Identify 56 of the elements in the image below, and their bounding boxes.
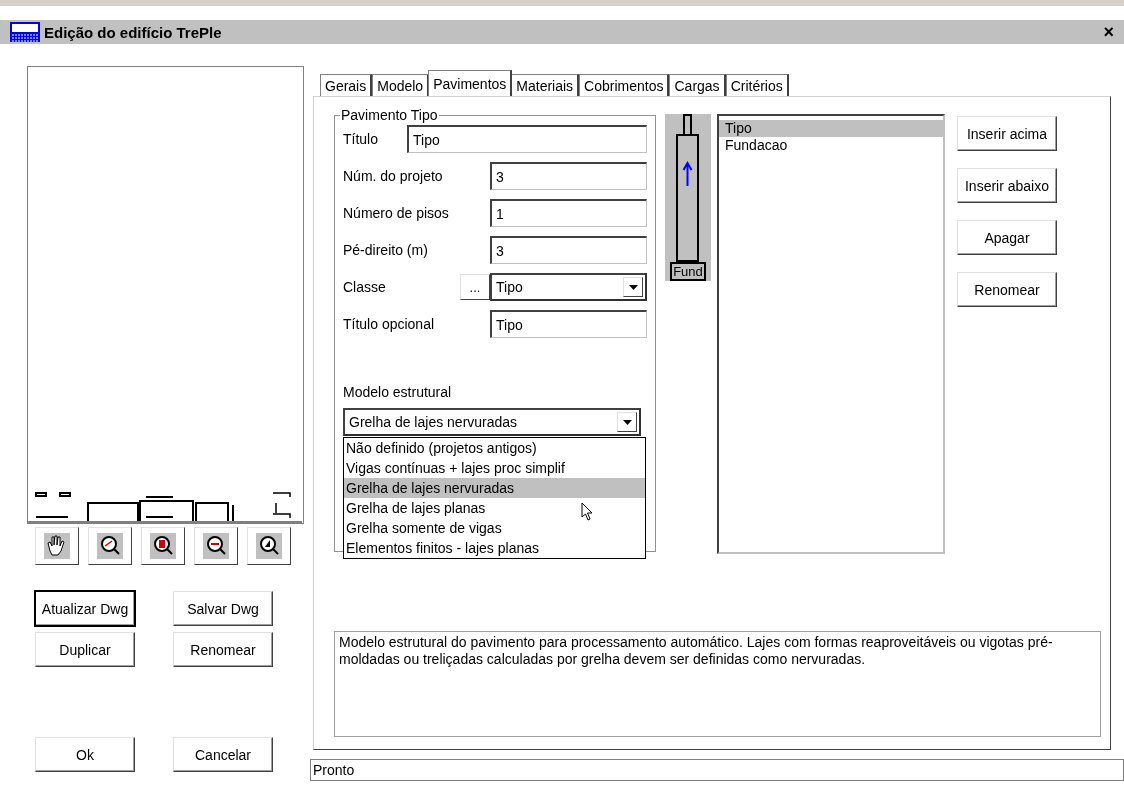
caret-icon <box>622 419 632 425</box>
description-text: Modelo estrutural do pavimento para processamento automático. Lajes com formas reaproveitáveis ou vigotas pré-moldadas ou treliçadas calculadas por grelha devem ser definidas como nervuradas. <box>334 631 1101 737</box>
tab[interactable]: Cobrimentos <box>579 74 670 96</box>
zoom-out-icon <box>203 533 229 559</box>
list-item[interactable]: Tipo <box>719 120 943 137</box>
field-label: Núm. do projeto <box>343 168 443 184</box>
drawing-button[interactable]: Salvar Dwg <box>173 591 273 626</box>
dropdown-option[interactable]: Grelha de lajes nervuradas <box>344 478 645 498</box>
dropdown-field[interactable]: Tipo <box>490 273 647 301</box>
input-field[interactable]: Tipo <box>407 125 647 153</box>
window-title: Edição do edifício TrePle <box>44 23 223 41</box>
field-label: Pé-direito (m) <box>343 242 428 258</box>
drawing-button[interactable]: Duplicar <box>35 632 135 667</box>
tab[interactable]: Pavimentos <box>428 70 513 96</box>
zoom-previous-icon <box>256 533 282 559</box>
status-bar: Pronto <box>310 759 1124 781</box>
field-label: Título <box>343 131 378 147</box>
toolbar-button[interactable] <box>35 527 79 565</box>
dropdown-button[interactable] <box>623 277 643 297</box>
zoom-page-icon <box>150 533 176 559</box>
floor-label: Fund <box>670 262 706 281</box>
field-label: Classe <box>343 279 386 295</box>
tab[interactable]: Cargas <box>669 74 726 96</box>
browse-button[interactable]: ... <box>460 274 490 300</box>
floor-button[interactable]: Apagar <box>957 220 1057 255</box>
floor-button[interactable]: Renomear <box>957 272 1057 307</box>
tab[interactable]: Critérios <box>725 74 789 96</box>
group-title: Pavimento Tipo <box>340 107 439 123</box>
tab[interactable]: Modelo <box>372 74 430 96</box>
input-field[interactable]: 1 <box>490 199 647 227</box>
drawing-button[interactable]: Atualizar Dwg <box>35 591 135 626</box>
drawing-button[interactable]: Renomear <box>173 632 273 667</box>
toolbar-button[interactable] <box>194 527 238 565</box>
input-field[interactable]: 3 <box>490 162 647 190</box>
tab[interactable]: Gerais <box>320 74 373 96</box>
field-label: Número de pisos <box>343 205 449 221</box>
field-label: Modelo estrutural <box>343 384 453 400</box>
field-label: Título opcional <box>343 316 435 332</box>
hand-icon <box>44 533 70 559</box>
close-button[interactable]: × <box>1099 23 1118 41</box>
dropdown-field[interactable]: Grelha de lajes nervuradas <box>343 408 641 436</box>
toolbar-button[interactable] <box>88 527 132 565</box>
mouse-pointer-icon <box>581 502 594 522</box>
toolbar-button[interactable] <box>141 527 185 565</box>
floor-button[interactable]: Inserir acima <box>957 116 1057 151</box>
dropdown-button[interactable] <box>617 412 637 432</box>
tab[interactable]: Materiais <box>511 74 580 96</box>
dialog-button[interactable]: Cancelar <box>173 737 273 772</box>
toolbar-button[interactable] <box>247 527 291 565</box>
input-field[interactable]: 3 <box>490 236 647 264</box>
app-logo-icon <box>10 22 40 42</box>
floor-button[interactable]: Inserir abaixo <box>957 168 1057 203</box>
input-field[interactable]: Tipo <box>490 310 647 338</box>
dialog-button[interactable]: Ok <box>35 737 135 772</box>
zoom-window-icon <box>97 533 123 559</box>
caret-icon <box>628 284 638 290</box>
